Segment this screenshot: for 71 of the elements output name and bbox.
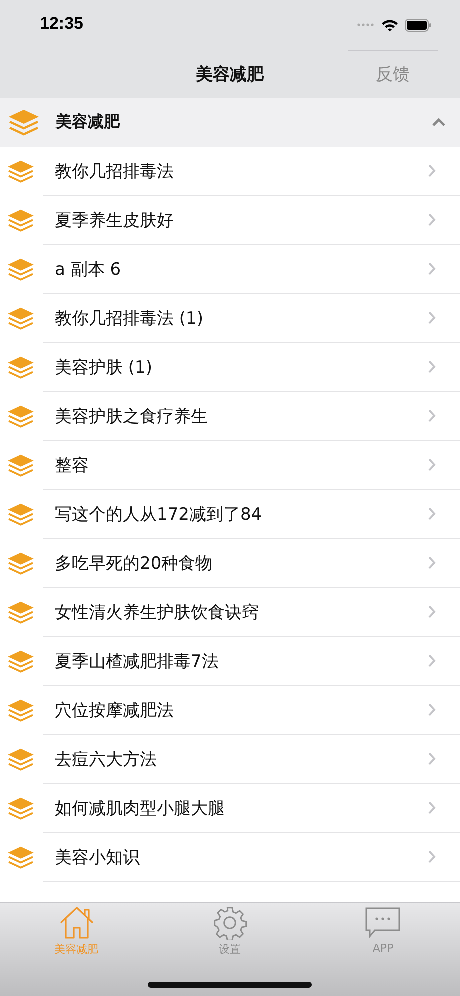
list-row[interactable]: 夏季养生皮肤好 <box>0 196 460 245</box>
row-title: 美容小知识 <box>55 846 141 868</box>
section-header[interactable]: 美容减肥 <box>0 98 460 147</box>
list-row[interactable]: 多吃早死的20种食物 <box>0 539 460 588</box>
gear-icon <box>212 906 248 940</box>
chevron-right-icon <box>428 311 436 325</box>
row-title: a 副本 6 <box>55 258 122 280</box>
chevron-right-icon <box>428 703 436 717</box>
row-title: 去痘六大方法 <box>55 748 158 770</box>
layers-icon <box>7 846 35 870</box>
list-row[interactable]: 美容小知识 <box>0 833 460 882</box>
chevron-right-icon <box>428 458 436 472</box>
chevron-right-icon <box>428 556 436 570</box>
chevron-right-icon <box>428 409 436 423</box>
chevron-right-icon <box>428 360 436 374</box>
list-row[interactable]: 美容护肤之食疗养生 <box>0 392 460 441</box>
section-title: 美容减肥 <box>56 112 122 133</box>
list-row[interactable]: 教你几招排毒法 (1) <box>0 294 460 343</box>
home-icon <box>58 906 95 940</box>
list-row[interactable]: 写这个的人从172减到了84 <box>0 490 460 539</box>
chevron-right-icon <box>428 262 436 276</box>
chevron-right-icon <box>428 507 436 521</box>
signal-icon <box>357 23 375 27</box>
list-row[interactable]: a 副本 6 <box>0 245 460 294</box>
row-title: 美容护肤之食疗养生 <box>55 406 209 428</box>
row-title: 教你几招排毒法 (1) <box>55 308 204 330</box>
layers-icon <box>7 356 35 380</box>
row-title: 多吃早死的20种食物 <box>55 552 214 574</box>
chevron-right-icon <box>428 850 436 864</box>
layers-icon <box>7 600 35 624</box>
layers-icon <box>7 258 35 282</box>
wifi-icon <box>381 18 399 32</box>
row-title: 美容护肤 (1) <box>55 356 154 378</box>
chevron-right-icon <box>428 801 436 815</box>
chevron-right-icon <box>428 752 436 766</box>
list-row[interactable]: 美容护肤 (1) <box>0 343 460 392</box>
list-row[interactable]: 如何减肌肉型小腿大腿 <box>0 784 460 833</box>
chevron-right-icon <box>428 213 436 227</box>
nav-title: 美容减肥 <box>196 64 264 86</box>
layers-icon <box>7 650 35 674</box>
layers-icon <box>7 454 35 478</box>
row-title: 夏季山楂减肥排毒7法 <box>55 650 220 672</box>
chevron-right-icon <box>428 605 436 619</box>
chevron-right-icon <box>428 164 436 178</box>
row-title: 写这个的人从172减到了84 <box>55 504 264 526</box>
row-title: 穴位按摩减肥法 <box>55 700 175 722</box>
chat-bubble-icon <box>365 906 402 940</box>
chevron-right-icon <box>428 654 436 668</box>
layers-icon <box>7 502 35 526</box>
layers-icon <box>7 404 35 428</box>
row-title: 女性清火养生护肤饮食诀窍 <box>55 602 260 624</box>
layers-icon <box>8 108 40 136</box>
layers-icon <box>7 796 35 820</box>
list-row[interactable]: 穴位按摩减肥法 <box>0 686 460 735</box>
status-time: 12:35 <box>40 14 84 34</box>
layers-icon <box>7 748 35 772</box>
battery-icon <box>405 18 432 32</box>
layers-icon <box>7 552 35 576</box>
list-row[interactable]: 教你几招排毒法 <box>0 147 460 196</box>
list-row[interactable]: 去痘六大方法 <box>0 735 460 784</box>
row-title: 教你几招排毒法 <box>55 160 175 182</box>
layers-icon <box>7 160 35 184</box>
row-title: 整容 <box>55 454 90 476</box>
layers-icon <box>7 208 35 232</box>
row-title: 如何减肌肉型小腿大腿 <box>55 798 226 820</box>
list-row[interactable]: 女性清火养生护肤饮食诀窍 <box>0 588 460 637</box>
row-title: 夏季养生皮肤好 <box>55 210 175 232</box>
layers-icon <box>7 306 35 330</box>
layers-icon <box>7 698 35 722</box>
list-row[interactable]: 夏季山楂减肥排毒7法 <box>0 637 460 686</box>
list-row[interactable]: 整容 <box>0 441 460 490</box>
